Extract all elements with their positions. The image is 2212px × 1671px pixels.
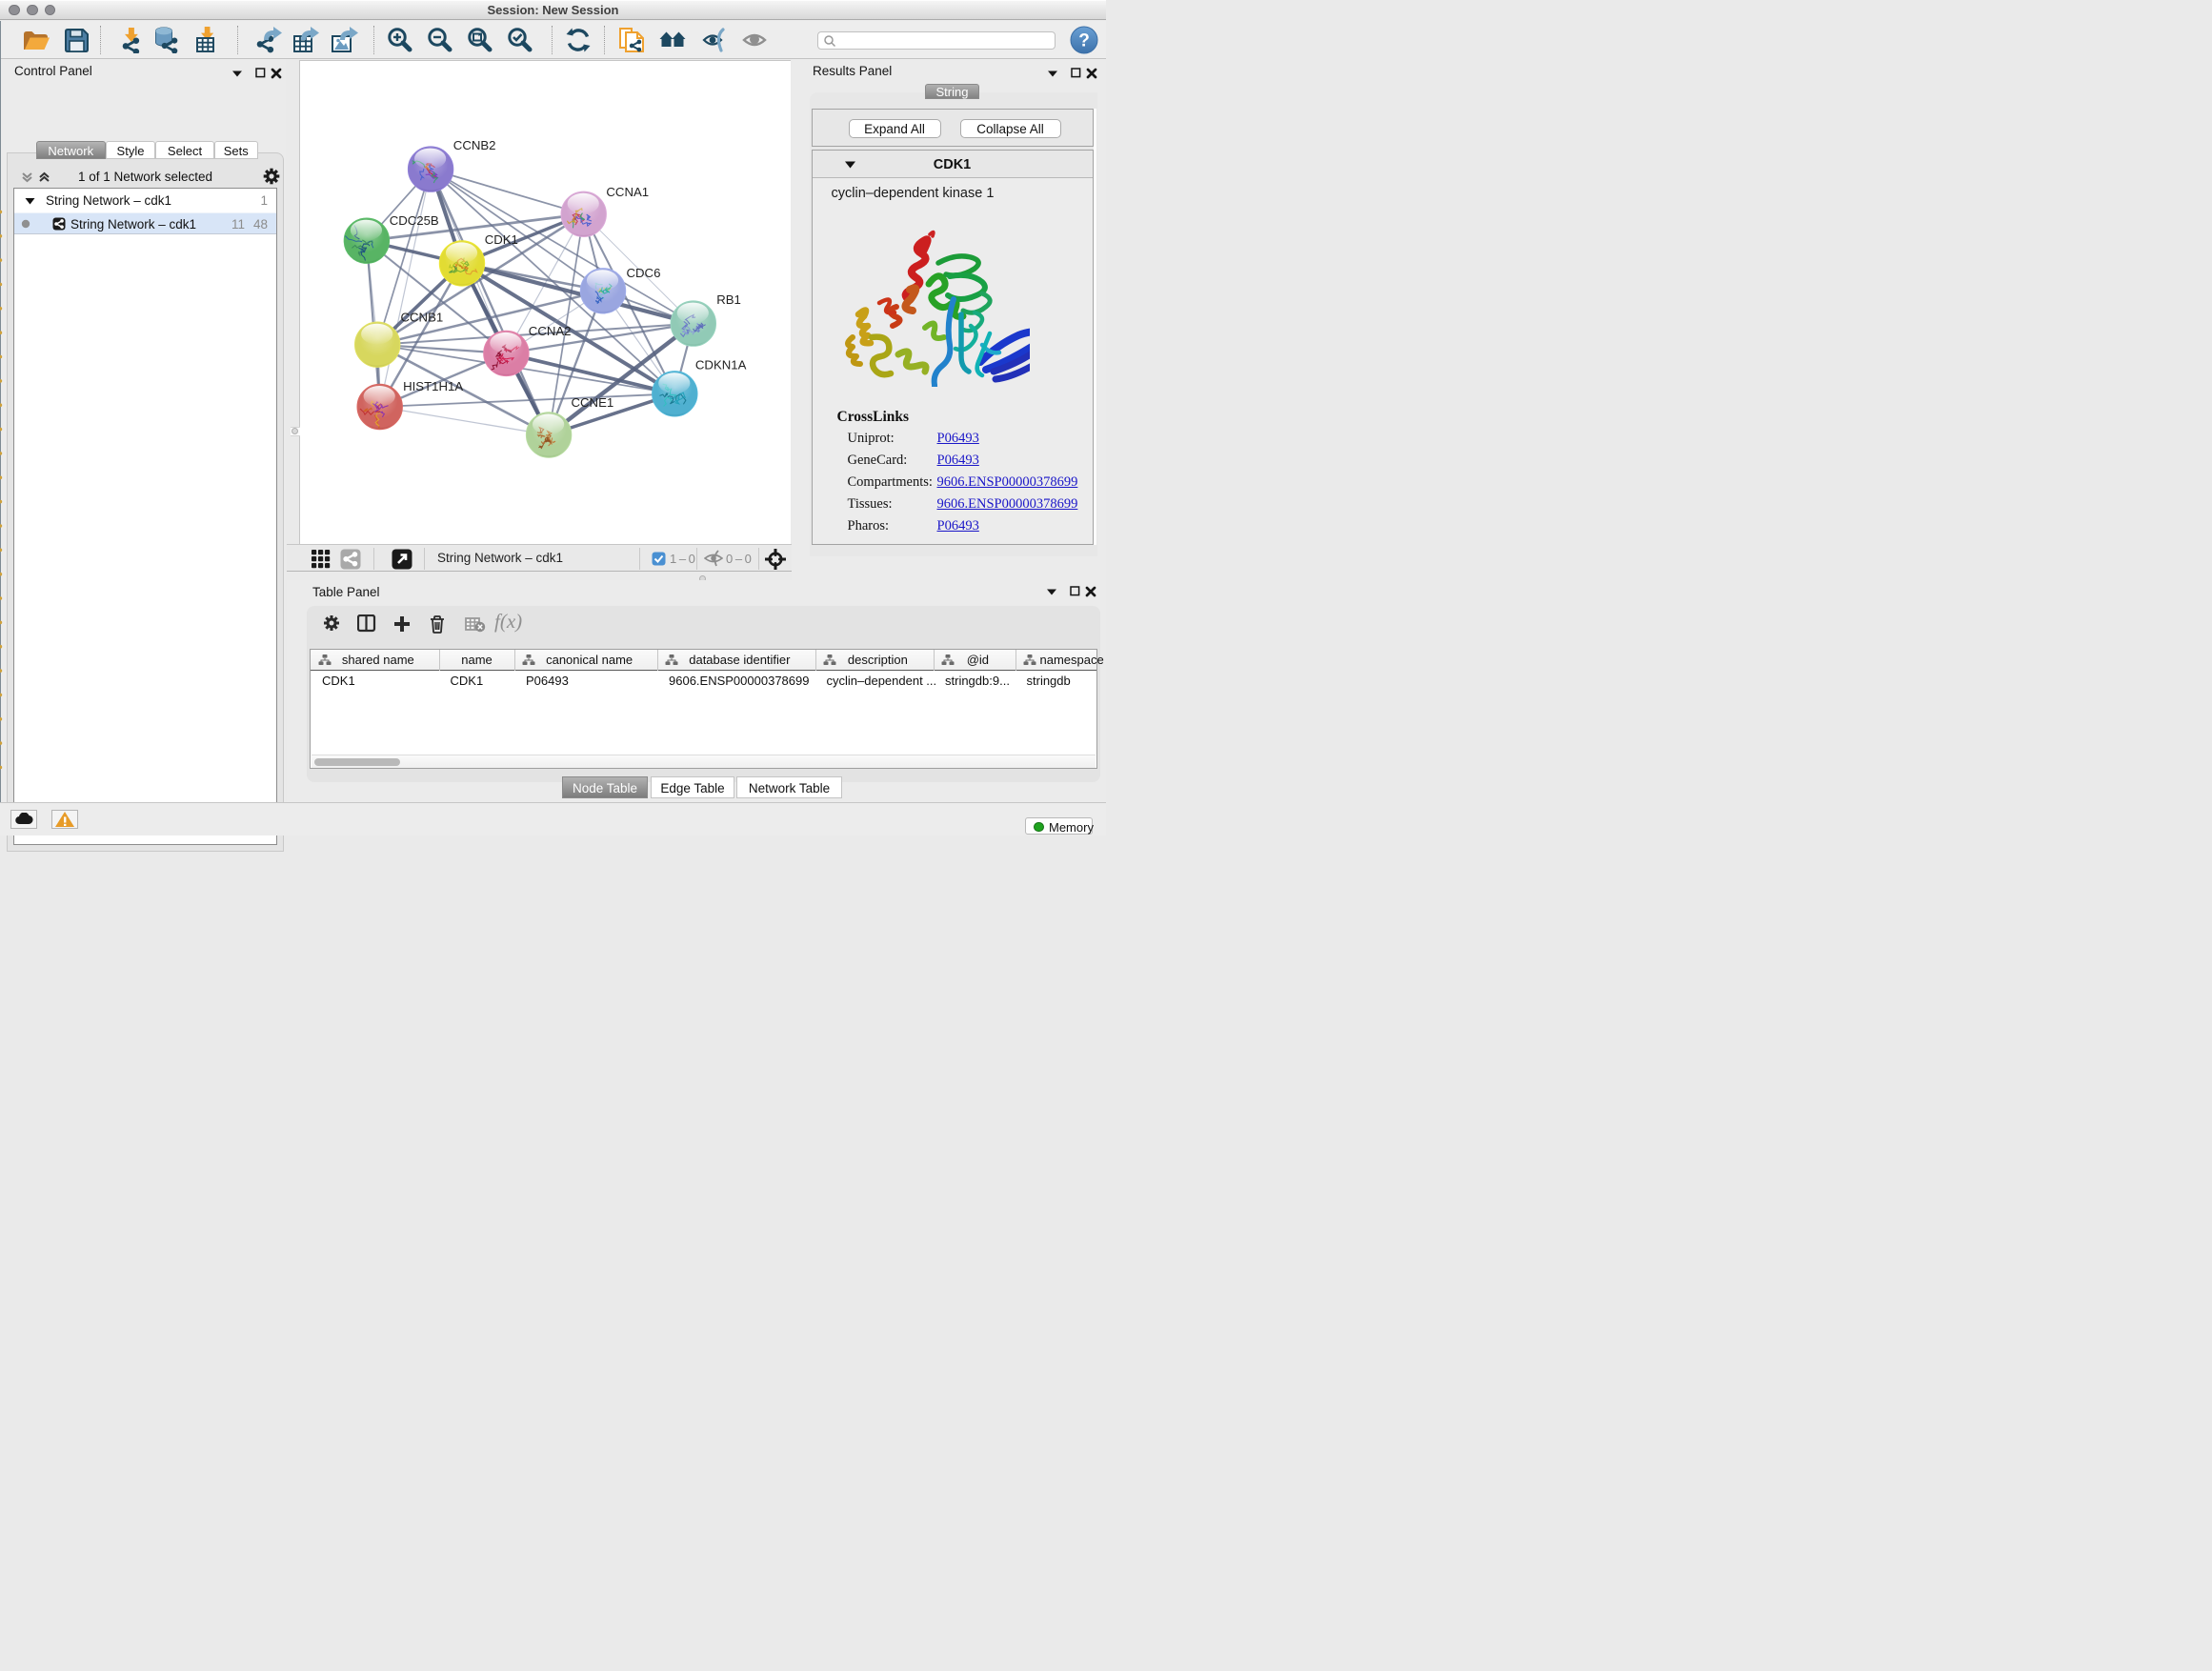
svg-text:CCNB1: CCNB1	[401, 311, 444, 325]
svg-text:CDC6: CDC6	[627, 266, 661, 280]
svg-text:CDK1: CDK1	[485, 232, 518, 247]
svg-text:CCNA1: CCNA1	[606, 185, 649, 199]
svg-text:CCNE1: CCNE1	[572, 395, 614, 410]
svg-text:CDC25B: CDC25B	[390, 213, 439, 228]
svg-text:RB1: RB1	[716, 292, 741, 307]
svg-text:HIST1H1A: HIST1H1A	[403, 379, 463, 393]
svg-text:CCNA2: CCNA2	[529, 324, 572, 338]
svg-text:CCNB2: CCNB2	[453, 138, 496, 152]
svg-text:CDKN1A: CDKN1A	[695, 358, 747, 372]
svg-text:?: ?	[1078, 31, 1090, 51]
